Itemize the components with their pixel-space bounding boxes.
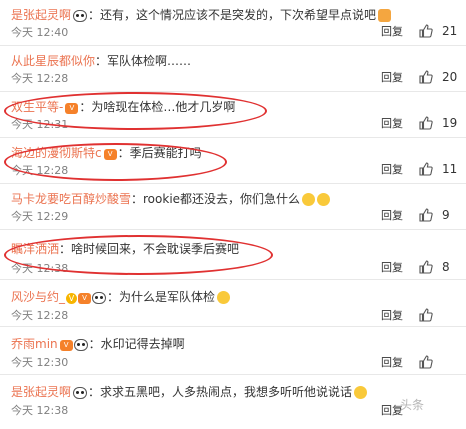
panda-badge-icon [92,292,107,304]
comment-text: ：rookie都还没去，你们急什么 [131,192,301,206]
like-count: 21 [442,24,458,38]
comment-line: 风沙与约_ V V ：为什么是军队体检 [11,288,231,307]
watermark: 头条 [400,398,425,412]
like-button[interactable]: 19 [419,114,465,132]
v-badge-icon: V [66,292,78,304]
comment-text: ：为啥现在体检…他才几岁啊 [79,100,236,114]
like-button[interactable]: 8 [419,258,465,276]
reply-button[interactable]: 回复 [381,261,403,275]
thumbs-up-icon [419,355,433,369]
comment-username[interactable]: 是张起灵啊 [11,385,71,399]
comment-time: 今天 12:31 [11,118,69,131]
vip-badge-icon: V [59,339,73,351]
reply-button[interactable]: 回复 [381,71,403,85]
comment-username[interactable]: 马卡龙要吃百醇炒酸雪 [11,192,131,206]
reply-button[interactable]: 回复 [381,356,403,370]
comment-time: 今天 12:30 [11,356,69,369]
like-count: 20 [442,70,458,84]
like-count: 19 [442,116,458,130]
like-button[interactable]: 9 [419,206,465,224]
vip-badge-icon: V [103,148,117,160]
thumbs-up-icon [419,260,433,274]
comment-text: ：水印记得去掉啊 [88,337,185,351]
like-count: 11 [442,162,458,176]
panda-badge-icon [73,387,88,399]
like-button[interactable] [419,306,465,324]
like-count: 8 [442,260,450,274]
comment-time: 今天 12:28 [11,72,69,85]
like-button[interactable]: 20 [419,68,465,86]
comment-time: 今天 12:29 [11,210,69,223]
thumbs-up-icon [419,116,433,130]
comment-item: 风沙与约_ V V ：为什么是军队体检 今天 12:28 回复 [0,280,466,327]
reply-button[interactable]: 回复 [381,309,403,323]
face-emoji-icon [317,193,331,206]
comment-line: 从此星辰都似你：军队体检啊…… [11,52,191,70]
comment-line: 瞩洋洒洒：啥时候回来，不会耽误季后赛吧 [11,240,239,258]
badges: VV [66,289,107,307]
comment-username[interactable]: 风沙与约_ [11,290,65,304]
comment-username[interactable]: 乔雨min [11,337,58,351]
like-count: 9 [442,208,450,222]
panda-badge-icon [73,10,88,22]
thumbs-up-icon [419,162,433,176]
reply-button[interactable]: 回复 [381,117,403,131]
comment-item: 乔雨min V ：水印记得去掉啊 今天 12:30 回复 [0,327,466,375]
badges [72,384,88,402]
reply-button[interactable]: 回复 [381,163,403,177]
comment-item: 双生平等- V ：为啥现在体检…他才几岁啊 今天 12:31 回复 19 [0,92,466,138]
comment-username[interactable]: 瞩洋洒洒 [11,242,59,256]
reply-button[interactable]: 回复 [381,209,403,223]
badges: V [64,99,79,117]
comment-item: 是张起灵啊 ：求求五黑吧，人多热闹点，我想多听听他说说话 今天 12:38 回复 [0,375,466,429]
like-button[interactable]: 11 [419,160,465,178]
comment-time: 今天 12:38 [11,404,69,417]
comment-line: 海边的漫彻斯特c V ：季后赛能打吗 [11,144,202,162]
comment-item: 从此星辰都似你：军队体检啊…… 今天 12:28 回复 20 [0,46,466,92]
like-button[interactable]: 21 [419,22,465,40]
panda-badge-icon [73,339,88,351]
comment-time: 今天 12:28 [11,309,69,322]
comment-item: 海边的漫彻斯特c V ：季后赛能打吗 今天 12:28 回复 11 [0,138,466,184]
comment-username[interactable]: 双生平等- [11,100,63,114]
badges: V [59,336,88,354]
comment-time: 今天 12:38 [11,262,69,275]
comment-username[interactable]: 海边的漫彻斯特c [11,146,102,160]
face-emoji-icon [302,193,316,206]
comment-item: 是张起灵啊 ：还有，这个情况应该不是突发的，下次希望早点说吧 今天 12:40 回… [0,0,466,46]
face-emoji-icon [354,386,368,399]
comment-time: 今天 12:40 [11,26,69,39]
comment-text: ：啥时候回来，不会耽误季后赛吧 [59,242,240,256]
vip-badge-icon: V [78,292,92,304]
comment-text: ：军队体检啊…… [95,54,192,68]
comment-text: ：为什么是军队体检 [107,290,216,304]
comment-username[interactable]: 从此星辰都似你 [11,54,95,68]
thumbs-up-icon [419,24,433,38]
comment-line: 是张起灵啊 ：还有，这个情况应该不是突发的，下次希望早点说吧 [11,6,392,25]
comment-item: 马卡龙要吃百醇炒酸雪：rookie都还没去，你们急什么 今天 12:29 回复 … [0,184,466,230]
comment-line: 双生平等- V ：为啥现在体检…他才几岁啊 [11,98,235,116]
comment-line: 乔雨min V ：水印记得去掉啊 [11,335,185,353]
comment-text: ：求求五黑吧，人多热闹点，我想多听听他说说话 [88,385,353,399]
reply-button[interactable]: 回复 [381,25,403,39]
thumbs-up-icon [419,70,433,84]
comment-text: ：还有，这个情况应该不是突发的，下次希望早点说吧 [88,8,377,22]
comment-time: 今天 12:28 [11,164,69,177]
like-button[interactable] [419,353,465,371]
vip-badge-icon: V [65,102,79,114]
badges [72,7,88,25]
comment-item: 瞩洋洒洒：啥时候回来，不会耽误季后赛吧 今天 12:38 回复 8 [0,230,466,280]
pray-emoji-icon [378,9,392,22]
comment-text: ：季后赛能打吗 [117,146,202,160]
comment-line: 是张起灵啊 ：求求五黑吧，人多热闹点，我想多听听他说说话 [11,383,368,402]
face-emoji-icon [217,291,231,304]
comment-username[interactable]: 是张起灵啊 [11,8,71,22]
thumbs-up-icon [419,208,433,222]
badges: V [103,145,117,163]
comment-line: 马卡龙要吃百醇炒酸雪：rookie都还没去，你们急什么 [11,190,331,208]
thumbs-up-icon [419,308,433,322]
